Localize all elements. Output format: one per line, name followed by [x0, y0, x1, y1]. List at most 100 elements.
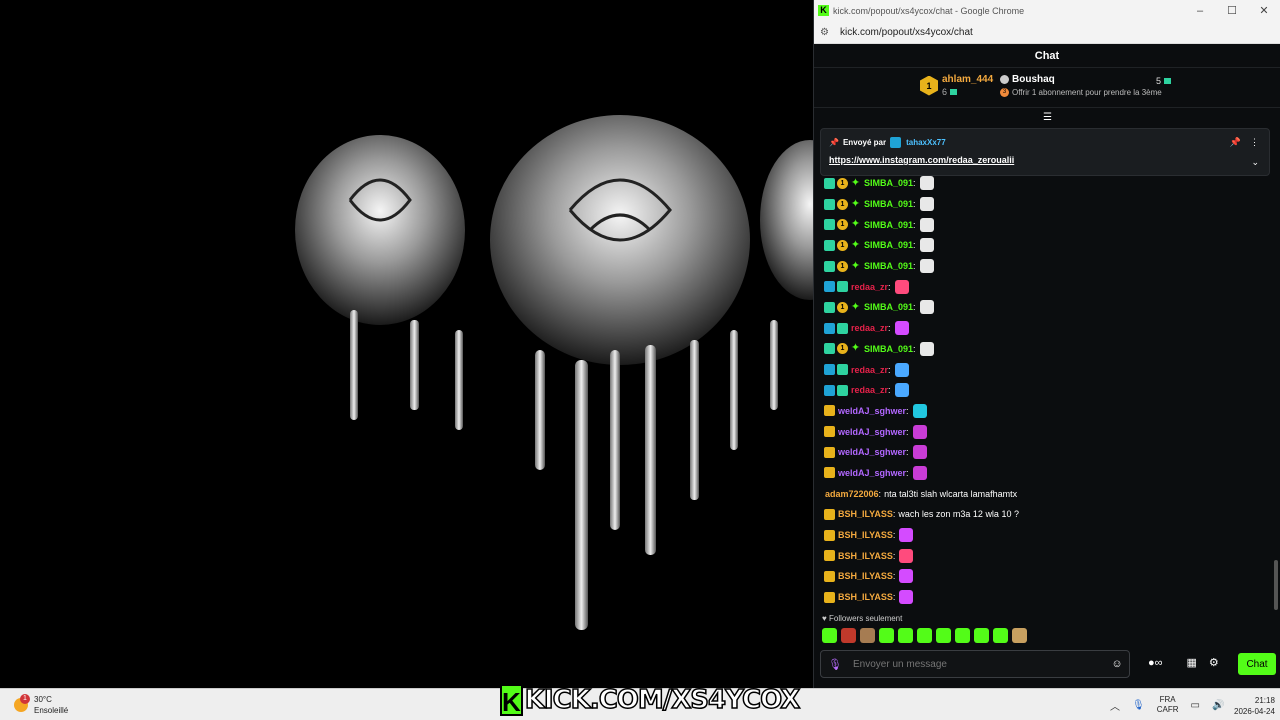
chat-emote-icon[interactable]: [919, 176, 934, 191]
chat-emote-icon[interactable]: [919, 197, 934, 212]
chat-emote-icon[interactable]: [919, 238, 934, 253]
chat-username[interactable]: SIMBA_091: [864, 240, 913, 250]
close-button[interactable]: ✕: [1248, 4, 1280, 17]
quick-emote-icon[interactable]: [974, 628, 989, 643]
address-bar[interactable]: ⚙ kick.com/popout/xs4ycox/chat: [814, 21, 1280, 44]
chat-emote-icon[interactable]: [899, 569, 914, 584]
lang-secondary: CAFR: [1156, 705, 1179, 714]
gift-badge-icon: 1: [837, 198, 848, 210]
quick-emote-icon[interactable]: [936, 628, 951, 643]
chat-username[interactable]: adam722006: [825, 489, 879, 499]
chat-emote-icon[interactable]: [919, 300, 934, 315]
microphone-icon[interactable]: 🎙: [821, 658, 849, 671]
crown-badge-icon: [824, 508, 835, 520]
microphone-tray-icon[interactable]: 🎙: [1132, 700, 1145, 711]
chat-username[interactable]: weldAJ_sghwer: [838, 468, 906, 478]
url-text[interactable]: kick.com/popout/xs4ycox/chat: [840, 27, 973, 38]
star-badge-icon: ✦: [850, 342, 861, 355]
quick-emote-icon[interactable]: [879, 628, 894, 643]
chat-emote-icon[interactable]: [912, 465, 927, 480]
send-chat-button[interactable]: Chat: [1238, 653, 1276, 675]
quick-emote-icon[interactable]: [993, 628, 1008, 643]
chat-emote-icon[interactable]: [899, 548, 914, 563]
pinned-link[interactable]: https://www.instagram.com/redaa_zerouali…: [821, 148, 1269, 165]
chat-username[interactable]: SIMBA_091: [864, 344, 913, 354]
chat-emote-icon[interactable]: [894, 279, 909, 294]
message-composer: 🎙 ☺: [820, 650, 1130, 678]
quick-emote-icon[interactable]: [1012, 628, 1027, 643]
language-indicator[interactable]: FRA CAFR: [1157, 695, 1179, 715]
settings-gear-icon[interactable]: ⚙: [1209, 656, 1219, 669]
og-badge-icon: [824, 322, 835, 334]
weather-widget[interactable]: 1 30°C Ensoleillé: [14, 694, 68, 716]
chat-username[interactable]: SIMBA_091: [864, 178, 913, 188]
chat-username[interactable]: BSH_ILYASS: [838, 509, 893, 519]
quick-emote-icon[interactable]: [860, 628, 875, 643]
gift-badge-icon: 1: [837, 219, 848, 231]
message-input[interactable]: [849, 658, 1105, 670]
chat-username[interactable]: SIMBA_091: [864, 261, 913, 271]
chat-message: BSH_ILYASS:: [824, 587, 1274, 608]
scrollbar-thumb[interactable]: [1274, 560, 1278, 610]
store-icon[interactable]: ▦: [1187, 656, 1197, 669]
chat-message: 1 ✦ SIMBA_091:: [824, 339, 1274, 360]
chat-emote-icon[interactable]: [894, 383, 909, 398]
sub-badge-icon: [824, 239, 835, 251]
chevron-up-icon[interactable]: ︿: [1110, 698, 1120, 713]
quick-emote-icon[interactable]: [898, 628, 913, 643]
chat-emote-icon[interactable]: [912, 424, 927, 439]
chat-username[interactable]: BSH_ILYASS: [838, 592, 893, 602]
chat-title: Chat: [814, 44, 1280, 68]
quick-emote-icon[interactable]: [841, 628, 856, 643]
chat-emote-icon[interactable]: [899, 528, 914, 543]
site-info-icon[interactable]: ⚙: [820, 27, 832, 38]
sub-badge-icon: [837, 384, 848, 396]
more-options-icon[interactable]: ⋮: [1250, 137, 1259, 148]
emoji-picker-icon[interactable]: ☺: [1105, 658, 1129, 670]
chat-username[interactable]: weldAJ_sghwer: [838, 447, 906, 457]
chat-emote-icon[interactable]: [912, 445, 927, 460]
leaderboard-first[interactable]: 1 ahlam_444 6: [920, 74, 993, 97]
volume-icon[interactable]: 🔊: [1212, 700, 1224, 711]
minimize-button[interactable]: –: [1184, 5, 1216, 17]
chat-emote-icon[interactable]: [899, 590, 914, 605]
prediction-infinity-icon[interactable]: ●∞: [1148, 657, 1175, 669]
chat-emote-icon[interactable]: [894, 321, 909, 336]
maximize-button[interactable]: ☐: [1216, 4, 1248, 17]
clock[interactable]: 21:18 2026-04-24: [1234, 695, 1275, 717]
chevron-down-icon[interactable]: ⌄: [1251, 157, 1259, 168]
chat-emote-icon[interactable]: [919, 259, 934, 274]
chat-message: 1 ✦ SIMBA_091:: [824, 235, 1274, 256]
chat-username[interactable]: redaa_zr: [851, 282, 888, 292]
chat-username[interactable]: BSH_ILYASS: [838, 551, 893, 561]
collapse-tray-icon[interactable]: ☰: [1043, 112, 1052, 123]
chat-message: adam722006: nta tal3ti slah wlcarta lamaf…: [824, 483, 1274, 504]
gift-badge-icon: 1: [837, 343, 848, 355]
leaderboard-second[interactable]: Boushaq 3 Offrir 1 abonnement pour prendr…: [1000, 74, 1162, 98]
chat-username[interactable]: SIMBA_091: [864, 220, 913, 230]
crown-badge-icon: [824, 570, 835, 582]
chat-username[interactable]: redaa_zr: [851, 323, 888, 333]
pinned-sender[interactable]: tahaxXx77: [906, 138, 946, 147]
chat-username[interactable]: redaa_zr: [851, 365, 888, 375]
chat-username[interactable]: redaa_zr: [851, 385, 888, 395]
chat-emote-icon[interactable]: [919, 341, 934, 356]
chat-username[interactable]: BSH_ILYASS: [838, 530, 893, 540]
chat-username[interactable]: SIMBA_091: [864, 199, 913, 209]
quick-emote-icon[interactable]: [917, 628, 932, 643]
og-badge-icon: [824, 281, 835, 293]
quick-emote-icon[interactable]: [822, 628, 837, 643]
chat-message: redaa_zr:: [824, 380, 1274, 401]
chat-scrollbar[interactable]: [1274, 120, 1278, 610]
chat-username[interactable]: BSH_ILYASS: [838, 571, 893, 581]
chat-emote-icon[interactable]: [894, 362, 909, 377]
silver-roses-wallpaper: [295, 115, 830, 630]
chat-username[interactable]: SIMBA_091: [864, 302, 913, 312]
display-icon[interactable]: ▭: [1190, 700, 1199, 711]
quick-emote-icon[interactable]: [955, 628, 970, 643]
chat-username[interactable]: weldAJ_sghwer: [838, 427, 906, 437]
chat-emote-icon[interactable]: [912, 403, 927, 418]
chat-emote-icon[interactable]: [919, 217, 934, 232]
chat-username[interactable]: weldAJ_sghwer: [838, 406, 906, 416]
pin-icon[interactable]: 📌: [1230, 137, 1241, 148]
